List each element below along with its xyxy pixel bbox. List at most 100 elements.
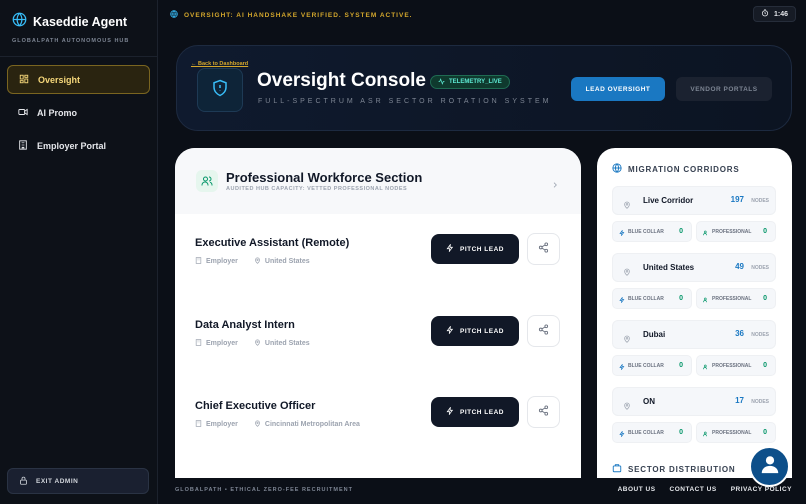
lock-icon xyxy=(19,476,28,487)
video-icon xyxy=(18,107,28,119)
pitch-lead-button[interactable]: PITCH LEAD xyxy=(431,397,519,427)
job-location: Cincinnati Metropolitan Area xyxy=(264,421,360,428)
building-icon xyxy=(195,339,202,348)
sector-distribution-heading: SECTOR DISTRIBUTION xyxy=(612,463,736,475)
telemetry-badge: TELEMETRY_LIVE xyxy=(430,75,510,89)
pitch-lead-button[interactable]: PITCH LEAD xyxy=(431,234,519,264)
users-icon xyxy=(703,290,709,308)
console-header: ← Back to Dashboard Oversight Console TE… xyxy=(176,45,792,131)
status-banner: OVERSIGHT: AI HANDSHAKE VERIFIED. SYSTEM… xyxy=(170,10,412,20)
clock-badge: 1:46 xyxy=(752,6,796,22)
blue-collar-stat: BLUE COLLAR 0 xyxy=(612,221,692,242)
nodes-label: NODES xyxy=(751,198,769,204)
sidebar-item-label: Oversight xyxy=(38,74,81,85)
pitch-lead-label: PITCH LEAD xyxy=(460,408,504,416)
job-location: United States xyxy=(264,258,310,265)
sidebar-item-oversight[interactable]: Oversight xyxy=(7,65,150,94)
lead-oversight-button[interactable]: LEAD OVERSIGHT xyxy=(571,77,665,101)
job-title: Executive Assistant (Remote) xyxy=(195,237,350,249)
job-title: Data Analyst Intern xyxy=(195,319,295,331)
zap-icon xyxy=(619,290,625,308)
job-location: United States xyxy=(264,340,310,347)
job-employer: Employer xyxy=(206,258,238,265)
footer-links: ABOUT US CONTACT US PRIVACY POLICY xyxy=(618,486,792,493)
zap-icon xyxy=(446,406,454,417)
vendor-portals-button[interactable]: VENDOR PORTALS xyxy=(676,77,772,101)
map-pin-icon xyxy=(623,263,631,281)
zap-icon xyxy=(446,325,454,336)
sidebar: Kaseddie Agent GLOBALPATH AUTONOMOUS HUB… xyxy=(0,0,158,504)
sidebar-item-ai-promo[interactable]: AI Promo xyxy=(7,98,150,127)
users-icon xyxy=(703,357,709,375)
grid-icon xyxy=(19,74,29,86)
corridor-row[interactable]: ON 17 NODES xyxy=(612,387,776,416)
shield-icon xyxy=(211,79,229,102)
sidebar-item-label: AI Promo xyxy=(37,107,78,118)
chevron-right-icon xyxy=(551,176,559,194)
corridor-row[interactable]: Dubai 36 NODES xyxy=(612,320,776,349)
corridor-name: United States xyxy=(643,263,695,272)
job-employer: Employer xyxy=(206,340,238,347)
job-meta: Employer United States xyxy=(195,339,310,348)
job-row: Executive Assistant (Remote) Employer Un… xyxy=(175,233,581,287)
job-employer: Employer xyxy=(206,421,238,428)
map-pin-icon xyxy=(623,397,631,415)
corridor-count: 197 xyxy=(730,195,744,204)
corridor-name: ON xyxy=(643,397,655,406)
zap-icon xyxy=(619,424,625,442)
back-to-dashboard-link[interactable]: ← Back to Dashboard xyxy=(191,61,248,67)
exit-admin-button[interactable]: EXIT ADMIN xyxy=(7,468,149,494)
page-subtitle: FULL-SPECTRUM ASR SECTOR ROTATION SYSTEM xyxy=(258,98,552,105)
corridor-row[interactable]: United States 49 NODES xyxy=(612,253,776,282)
stopwatch-icon xyxy=(761,9,769,19)
sidebar-item-label: Employer Portal xyxy=(37,140,107,151)
pitch-lead-button[interactable]: PITCH LEAD xyxy=(431,316,519,346)
map-pin-icon xyxy=(623,196,631,214)
panel-title: MIGRATION CORRIDORS xyxy=(628,164,740,174)
globe-icon xyxy=(170,10,178,20)
contact-us-link[interactable]: CONTACT US xyxy=(670,486,717,493)
telemetry-label: TELEMETRY_LIVE xyxy=(449,79,502,85)
footer: GLOBALPATH • ETHICAL ZERO-FEE RECRUITMEN… xyxy=(158,478,806,504)
page-title: Oversight Console xyxy=(257,70,426,91)
zap-icon xyxy=(619,223,625,241)
map-pin-icon xyxy=(254,339,261,348)
user-icon xyxy=(759,453,781,480)
brand: Kaseddie Agent GLOBALPATH AUTONOMOUS HUB xyxy=(12,12,129,44)
professional-stat: PROFESSIONAL 0 xyxy=(696,422,776,443)
blue-collar-stat: BLUE COLLAR 0 xyxy=(612,422,692,443)
job-row: Data Analyst Intern Employer United Stat… xyxy=(175,315,581,369)
professional-stat: PROFESSIONAL 0 xyxy=(696,221,776,242)
panel-heading: MIGRATION CORRIDORS xyxy=(612,163,740,175)
sidebar-item-employer-portal[interactable]: Employer Portal xyxy=(7,131,150,160)
share-icon xyxy=(538,403,549,421)
share-button[interactable] xyxy=(527,396,560,428)
about-us-link[interactable]: ABOUT US xyxy=(618,486,656,493)
share-button[interactable] xyxy=(527,233,560,265)
blue-collar-stat: BLUE COLLAR 0 xyxy=(612,355,692,376)
building-icon xyxy=(18,139,28,152)
map-pin-icon xyxy=(254,257,261,266)
map-pin-icon xyxy=(623,330,631,348)
sidebar-divider xyxy=(0,56,158,57)
section-subtitle: AUDITED HUB CAPACITY: VETTED PROFESSIONA… xyxy=(226,186,408,192)
clock-time: 1:46 xyxy=(773,10,788,18)
share-icon xyxy=(538,322,549,340)
migration-corridors-panel: MIGRATION CORRIDORS Live Corridor 197 NO… xyxy=(597,148,792,478)
professional-stat: PROFESSIONAL 0 xyxy=(696,355,776,376)
share-button[interactable] xyxy=(527,315,560,347)
privacy-policy-link[interactable]: PRIVACY POLICY xyxy=(731,486,792,493)
exit-admin-label: EXIT ADMIN xyxy=(36,477,79,485)
share-icon xyxy=(538,240,549,258)
section-header[interactable]: Professional Workforce Section AUDITED H… xyxy=(175,148,581,214)
job-meta: Employer Cincinnati Metropolitan Area xyxy=(195,420,360,429)
corridor-count: 49 xyxy=(735,262,744,271)
users-icon xyxy=(703,223,709,241)
topbar: OVERSIGHT: AI HANDSHAKE VERIFIED. SYSTEM… xyxy=(158,0,806,28)
activity-icon xyxy=(438,77,445,87)
corridor-name: Dubai xyxy=(643,330,666,339)
avatar-button[interactable] xyxy=(749,446,790,487)
building-icon xyxy=(195,257,202,266)
corridor-row[interactable]: Live Corridor 197 NODES xyxy=(612,186,776,215)
users-icon xyxy=(703,424,709,442)
